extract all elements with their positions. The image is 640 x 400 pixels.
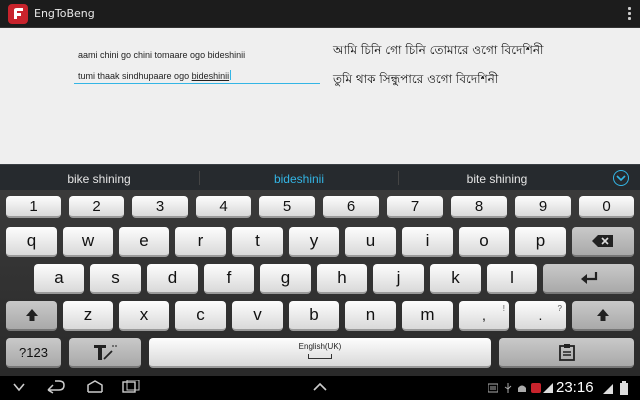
text-format-icon bbox=[94, 345, 117, 360]
key-f[interactable]: f bbox=[204, 264, 254, 294]
key-u[interactable]: u bbox=[345, 227, 396, 257]
shift-icon bbox=[597, 309, 609, 321]
home-icon[interactable] bbox=[86, 380, 104, 394]
input-focus-underline bbox=[74, 83, 320, 84]
key-z[interactable]: z bbox=[63, 301, 113, 331]
app-logo-icon[interactable] bbox=[8, 4, 28, 24]
input-line-2[interactable]: tumi thaak sindhupaare ogo bideshinii bbox=[78, 70, 232, 81]
clipboard-icon bbox=[558, 344, 575, 361]
key-i[interactable]: i bbox=[402, 227, 453, 257]
key-4[interactable]: 4 bbox=[196, 196, 251, 218]
suggestion-right[interactable]: bite shining bbox=[417, 172, 577, 186]
key-comma-main: , bbox=[482, 307, 486, 323]
input-line-2-text: tumi thaak sindhupaare ogo bbox=[78, 71, 192, 81]
key-e[interactable]: e bbox=[119, 227, 169, 257]
keyboard-status-icon bbox=[488, 383, 498, 393]
key-c[interactable]: c bbox=[175, 301, 226, 331]
wifi-icon bbox=[603, 384, 613, 394]
system-nav-bar: 23:16 bbox=[0, 376, 640, 400]
key-l[interactable]: l bbox=[487, 264, 537, 294]
key-comma[interactable]: , ! bbox=[459, 301, 509, 331]
key-1[interactable]: 1 bbox=[6, 196, 61, 218]
space-language-label: English(UK) bbox=[298, 342, 342, 351]
key-period-alt: ? bbox=[557, 304, 562, 313]
key-r[interactable]: r bbox=[175, 227, 226, 257]
key-7[interactable]: 7 bbox=[387, 196, 443, 218]
key-comma-alt: ! bbox=[502, 304, 505, 313]
key-p[interactable]: p bbox=[515, 227, 566, 257]
status-clock: 23:16 bbox=[556, 379, 594, 396]
key-5[interactable]: 5 bbox=[259, 196, 315, 218]
key-x[interactable]: x bbox=[119, 301, 169, 331]
key-k[interactable]: k bbox=[430, 264, 481, 294]
backspace-icon bbox=[592, 235, 613, 247]
shift-key-right[interactable] bbox=[572, 301, 634, 331]
signal-icon bbox=[543, 383, 553, 393]
key-9[interactable]: 9 bbox=[515, 196, 571, 218]
chevron-down-icon[interactable] bbox=[613, 170, 629, 186]
action-bar: EngToBeng bbox=[0, 0, 640, 28]
space-icon bbox=[308, 354, 332, 359]
shift-icon bbox=[25, 309, 38, 321]
text-cursor bbox=[230, 70, 232, 80]
key-8[interactable]: 8 bbox=[451, 196, 507, 218]
suggestion-divider bbox=[398, 171, 399, 185]
notification-app-icon bbox=[531, 383, 541, 393]
key-h[interactable]: h bbox=[317, 264, 367, 294]
key-j[interactable]: j bbox=[373, 264, 424, 294]
key-3[interactable]: 3 bbox=[132, 196, 188, 218]
output-line-2: তুমি থাক সিন্ধুপারে ওগো বিদেশিনী bbox=[333, 72, 499, 86]
key-d[interactable]: d bbox=[147, 264, 198, 294]
soft-keyboard: 1 2 3 4 5 6 7 8 9 0 q w e r t y u i o p … bbox=[0, 190, 640, 376]
key-period[interactable]: . ? bbox=[515, 301, 566, 331]
composing-word: bideshinii bbox=[191, 71, 230, 81]
suggestion-divider bbox=[199, 171, 200, 185]
symbols-key[interactable]: ?123 bbox=[6, 338, 61, 368]
space-bar[interactable]: English(UK) bbox=[149, 338, 491, 368]
output-line-1: আমি চিনি গো চিনি তোমারে ওগো বিদেশিনী bbox=[333, 43, 544, 57]
suggestion-left[interactable]: bike shining bbox=[19, 172, 179, 186]
clipboard-key[interactable] bbox=[499, 338, 634, 368]
content-area: aami chini go chini tomaare ogo bideshin… bbox=[0, 28, 640, 164]
chevron-up-icon[interactable] bbox=[312, 380, 328, 392]
shift-key-left[interactable] bbox=[6, 301, 57, 331]
back-icon[interactable] bbox=[46, 380, 66, 394]
key-q[interactable]: q bbox=[6, 227, 57, 257]
key-m[interactable]: m bbox=[402, 301, 453, 331]
key-b[interactable]: b bbox=[289, 301, 339, 331]
usb-icon bbox=[504, 383, 512, 393]
hide-keyboard-icon[interactable] bbox=[12, 380, 26, 394]
key-t[interactable]: t bbox=[232, 227, 283, 257]
key-2[interactable]: 2 bbox=[69, 196, 124, 218]
input-line-1[interactable]: aami chini go chini tomaare ogo bideshin… bbox=[78, 50, 245, 60]
key-0[interactable]: 0 bbox=[579, 196, 634, 218]
key-n[interactable]: n bbox=[345, 301, 396, 331]
key-s[interactable]: s bbox=[90, 264, 141, 294]
key-v[interactable]: v bbox=[232, 301, 283, 331]
key-w[interactable]: w bbox=[63, 227, 113, 257]
key-y[interactable]: y bbox=[289, 227, 339, 257]
text-options-key[interactable] bbox=[69, 338, 141, 368]
key-6[interactable]: 6 bbox=[323, 196, 379, 218]
key-period-main: . bbox=[538, 307, 543, 323]
backspace-key[interactable] bbox=[572, 227, 634, 257]
suggestion-center[interactable]: bideshinii bbox=[219, 172, 379, 186]
app-title: EngToBeng bbox=[34, 7, 95, 20]
key-o[interactable]: o bbox=[459, 227, 509, 257]
overflow-menu-icon[interactable] bbox=[626, 7, 632, 21]
android-debug-icon bbox=[518, 385, 526, 392]
key-a[interactable]: a bbox=[34, 264, 84, 294]
enter-icon bbox=[580, 272, 597, 284]
recent-apps-icon[interactable] bbox=[122, 380, 140, 394]
suggestion-strip: bike shining bideshinii bite shining bbox=[0, 164, 640, 190]
battery-icon bbox=[620, 381, 628, 395]
key-g[interactable]: g bbox=[260, 264, 311, 294]
enter-key[interactable] bbox=[543, 264, 634, 294]
